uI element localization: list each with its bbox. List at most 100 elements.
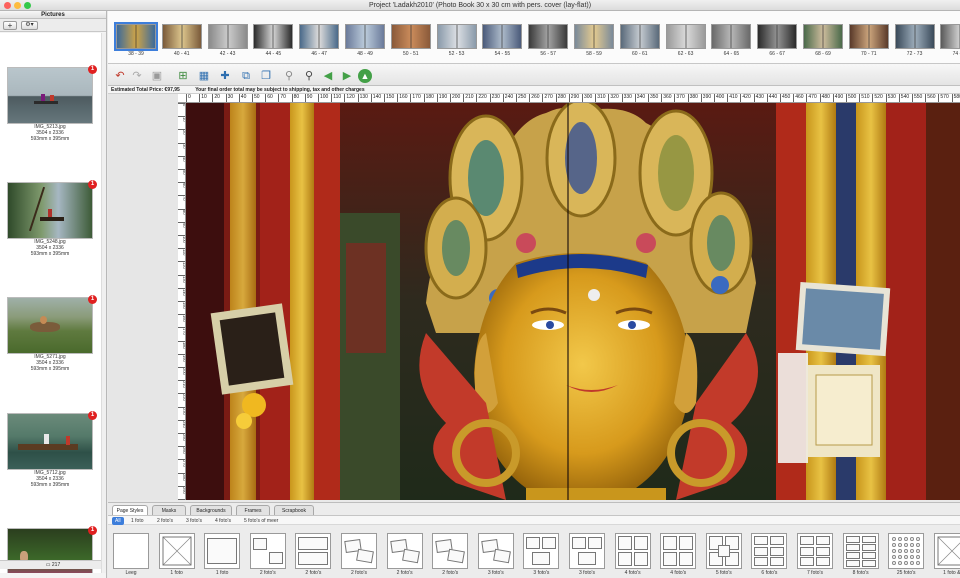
tab-page-styles[interactable]: Page Styles <box>112 505 148 515</box>
layout-preview <box>477 533 514 569</box>
ruler-tick-label: 30 <box>178 142 185 148</box>
layout-option[interactable]: 6 foto's <box>750 533 788 576</box>
picture-thumbnail[interactable]: 1 <box>7 411 97 470</box>
spread-thumb-56-57[interactable]: 56 - 57 <box>528 24 569 57</box>
ruler-tick-label: 160 <box>178 314 185 322</box>
spread-thumb-68-69[interactable]: 68 - 69 <box>803 24 843 57</box>
spread-thumb-72-73[interactable]: 72 - 73 <box>894 24 935 57</box>
layout-option[interactable]: 8 foto's <box>842 533 880 576</box>
layout-option[interactable]: 1 foto <box>203 533 241 576</box>
ruler-tick-label: 130 <box>357 94 368 102</box>
layout-label: 4 foto's <box>670 570 687 576</box>
spread-thumb-74-75[interactable]: 74 - 75 <box>940 24 960 57</box>
arrow-right-icon[interactable]: ▶ <box>340 69 354 83</box>
minimize-window-icon[interactable] <box>14 2 21 9</box>
layout-option[interactable]: 2 foto's <box>386 533 424 576</box>
picture-thumbnail[interactable]: 1 <box>7 65 97 124</box>
layout-option[interactable]: 5 foto's <box>705 533 743 576</box>
tab-backgrounds[interactable]: Backgrounds <box>190 505 232 515</box>
layout-option[interactable]: 2 foto's <box>249 533 287 576</box>
zoom-in-icon[interactable]: ⚲ <box>302 69 316 83</box>
spread-thumb-62-63[interactable]: 62 - 63 <box>665 24 706 57</box>
ruler-tick-label: 0 <box>178 103 185 106</box>
add-picture-button[interactable]: + <box>3 21 17 30</box>
spread-thumb-64-65[interactable]: 64 - 65 <box>711 24 752 57</box>
layout-preview <box>523 533 560 569</box>
picture-item-2[interactable]: 1 IMG_5248.jpg 3504 x 2336 593mm x 395mm <box>0 180 100 257</box>
layout-option[interactable]: 3 foto's <box>477 533 515 576</box>
spread-thumb-52-53[interactable]: 52 - 53 <box>436 24 477 57</box>
picture-print-size: 593mm x 395mm <box>30 251 70 257</box>
zoom-out-icon[interactable]: ⚲ <box>282 69 296 83</box>
duplicate-icon[interactable]: ❐ <box>259 69 273 83</box>
filter-all[interactable]: All <box>112 517 124 525</box>
tab-scrapbook[interactable]: Scrapbook <box>274 505 314 515</box>
layout-photo-slot <box>892 561 897 565</box>
layout-option[interactable]: 2 foto's <box>431 533 469 576</box>
spread-thumb-44-45[interactable]: 44 - 45 <box>253 24 294 57</box>
tab-masks[interactable]: Masks <box>152 505 186 515</box>
ruler-tick-label: 270 <box>178 459 185 467</box>
picture-list[interactable]: 1 IMG_5213.jpg 3504 x 2336 593mm x 395mm… <box>0 33 106 573</box>
layout-preview <box>113 533 149 569</box>
layout-photo-slot <box>268 552 283 564</box>
layout-option[interactable]: 2 foto's <box>340 533 378 576</box>
filter-5-fotos-of-meer[interactable]: 5 foto's of meer <box>241 517 281 525</box>
zoom-window-icon[interactable] <box>24 2 31 9</box>
filter-4-fotos[interactable]: 4 foto's <box>212 517 234 525</box>
spread-thumb-46-47[interactable]: 46 - 47 <box>299 24 340 57</box>
layout-option[interactable]: 1 foto & <box>933 533 960 576</box>
spread-thumb-40-41[interactable]: 40 - 41 <box>161 24 202 57</box>
filter-1-foto[interactable]: 1 foto <box>128 517 147 525</box>
layout-preview <box>888 533 925 569</box>
picture-thumbnail[interactable]: 1 <box>7 180 97 239</box>
spread-thumb-38-39[interactable]: 38 - 39 <box>114 22 158 57</box>
add-photo-icon[interactable]: ▦ <box>197 69 211 83</box>
spread-thumb-70-71[interactable]: 70 - 71 <box>848 24 889 57</box>
layout-option[interactable]: 7 foto's <box>796 533 834 576</box>
picture-item-4[interactable]: 1 IMG_5712.jpg 3504 x 2336 593mm x 395mm <box>0 411 100 488</box>
add-page-icon[interactable]: ⊞ <box>176 69 190 83</box>
filter-2-fotos[interactable]: 2 foto's <box>154 517 176 525</box>
layout-option[interactable]: 3 foto's <box>522 533 560 576</box>
layout-option[interactable]: 3 foto's <box>568 533 606 576</box>
spread-thumb-60-61[interactable]: 60 - 61 <box>619 24 660 57</box>
undo-icon[interactable]: ↶ <box>113 69 127 83</box>
add-text-icon[interactable]: ✚ <box>218 69 232 83</box>
layout-option[interactable]: 4 foto's <box>614 533 652 576</box>
filter-3-fotos[interactable]: 3 foto's <box>183 517 205 525</box>
spread-thumb-58-59[interactable]: 58 - 59 <box>574 24 614 57</box>
layout-photo-slot <box>910 549 915 553</box>
page-spread-photo[interactable] <box>186 103 960 500</box>
picture-item-1[interactable]: 1 IMG_5213.jpg 3504 x 2336 593mm x 395mm <box>0 65 100 142</box>
save-icon[interactable]: ▣ <box>150 69 164 83</box>
layout-option[interactable]: 25 foto's <box>887 533 925 576</box>
spread-thumb-48-49[interactable]: 48 - 49 <box>345 24 385 57</box>
price-info-bar: Estimated Total Price: €97,95 Your final… <box>108 86 960 94</box>
spread-thumb-42-43[interactable]: 42 - 43 <box>207 24 248 57</box>
layout-option[interactable]: 4 foto's <box>659 533 697 576</box>
picture-item-3[interactable]: 1 IMG_5271.jpg 3504 x 2336 593mm x 395mm <box>0 295 100 372</box>
tab-frames[interactable]: Frames <box>236 505 270 515</box>
layout-photo-slot <box>356 548 374 564</box>
ruler-tick-label: 230 <box>489 94 500 102</box>
layout-option[interactable]: 2 foto's <box>294 533 332 576</box>
spread-thumb-66-67[interactable]: 66 - 67 <box>757 24 798 57</box>
spread-thumb-54-55[interactable]: 54 - 55 <box>482 24 523 57</box>
picture-thumbnail[interactable]: 1 <box>7 295 97 354</box>
layout-option[interactable]: 1 foto <box>158 533 196 576</box>
layout-photo-slot <box>770 546 785 556</box>
sidebar-gear-menu-button[interactable]: ⚙▾ <box>21 21 38 30</box>
close-window-icon[interactable] <box>4 2 11 9</box>
ruler-tick-label: 240 <box>178 419 185 427</box>
add-clipart-icon[interactable]: ⧉ <box>239 69 253 83</box>
spread-thumb-50-51[interactable]: 50 - 51 <box>390 24 431 57</box>
go-icon[interactable]: ▲ <box>358 69 372 83</box>
arrow-left-icon[interactable]: ◀ <box>321 69 335 83</box>
redo-icon[interactable]: ↷ <box>130 69 144 83</box>
sidebar-scrollbar[interactable] <box>101 33 106 573</box>
layout-option[interactable]: Leeg <box>112 533 150 576</box>
ruler-tick-label: 300 <box>178 499 185 500</box>
page-spread-strip[interactable]: 38 - 39 40 - 41 42 - 43 44 - 45 46 - 47 48 - … <box>108 11 960 64</box>
layout-label: 2 foto's <box>442 570 459 576</box>
